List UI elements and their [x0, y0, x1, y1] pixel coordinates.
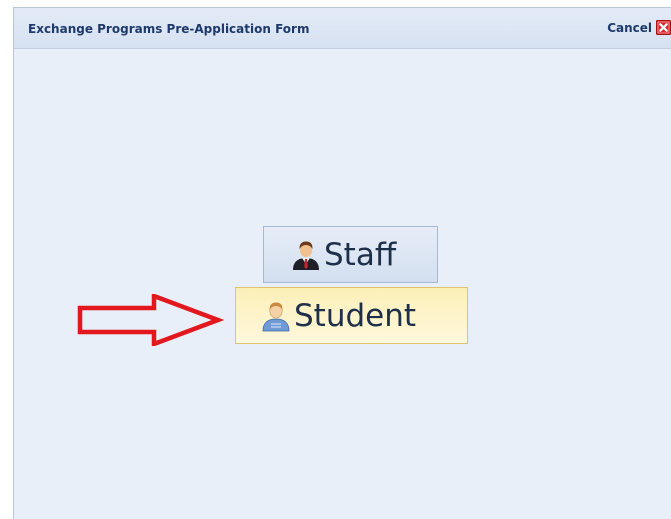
student-label: Student [294, 297, 417, 334]
cancel-button[interactable]: Cancel [607, 20, 671, 35]
dialog-window: Exchange Programs Pre-Application Form C… [13, 7, 671, 519]
dialog-titlebar: Exchange Programs Pre-Application Form C… [14, 8, 671, 49]
student-user-icon [262, 302, 290, 331]
staff-label: Staff [324, 236, 397, 273]
staff-button[interactable]: Staff [263, 226, 438, 283]
dialog-title: Exchange Programs Pre-Application Form [28, 22, 310, 36]
close-icon[interactable] [656, 20, 671, 35]
staff-user-icon [293, 241, 319, 270]
red-arrow-annotation [77, 294, 225, 346]
student-button[interactable]: Student [235, 287, 468, 344]
dialog-content: Staff Student [14, 49, 671, 519]
cancel-label: Cancel [607, 20, 652, 35]
